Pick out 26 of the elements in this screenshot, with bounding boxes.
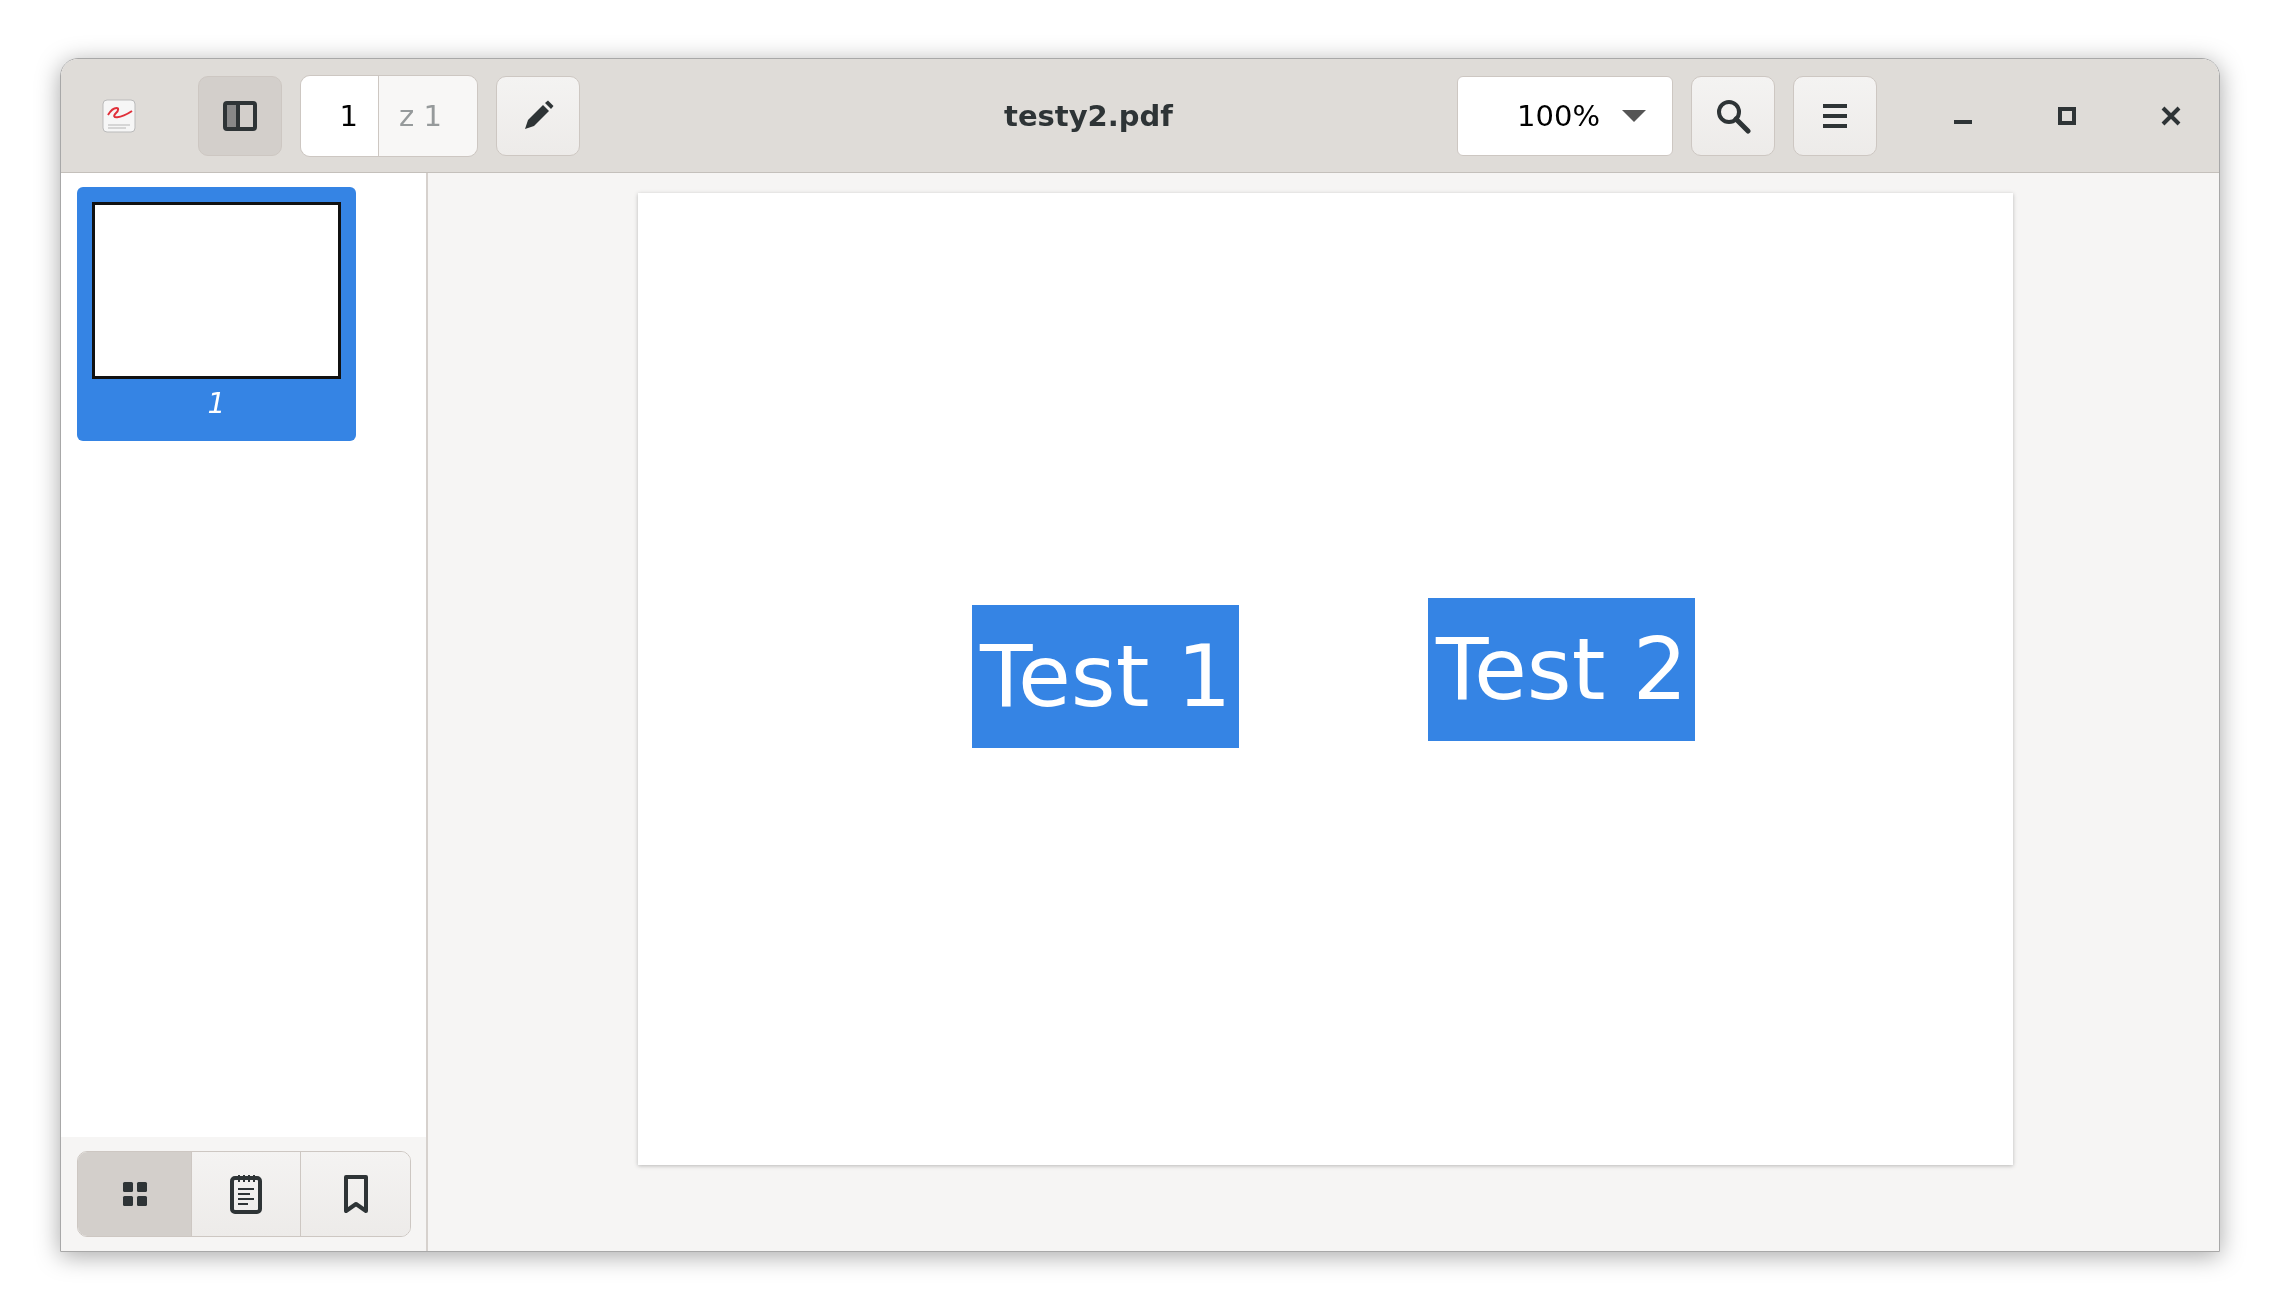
search-button[interactable] (1691, 75, 1775, 156)
thumbnails-tab[interactable] (78, 1152, 192, 1236)
highlighted-text[interactable]: Test 1 (972, 605, 1240, 748)
grid-icon (121, 1181, 148, 1207)
document-list-icon (230, 1174, 262, 1214)
maximize-icon (2056, 104, 2078, 127)
dropdown-caret-icon (1622, 109, 1646, 122)
bookmarks-tab[interactable] (301, 1152, 410, 1236)
sidebar-panel-icon (223, 100, 257, 131)
zoom-dropdown[interactable]: 100% (1457, 75, 1673, 156)
menu-button[interactable] (1793, 75, 1877, 156)
page-thumbnail[interactable]: 1 (77, 187, 356, 441)
page-number-field[interactable]: 1 (301, 75, 379, 156)
annotate-button[interactable] (496, 75, 580, 156)
minimize-icon (1954, 119, 1972, 124)
menu-icon (1821, 102, 1849, 129)
sidebar-toggle-button[interactable] (198, 75, 282, 156)
window-title: testy2.pdf (1004, 98, 1173, 133)
outline-tab[interactable] (192, 1152, 301, 1236)
pencil-icon (522, 99, 554, 132)
app-icon (102, 98, 136, 133)
bookmark-icon (343, 1175, 368, 1213)
page-count: z 1 (379, 75, 477, 156)
search-icon (1715, 97, 1751, 134)
highlighted-text[interactable]: Test 2 (1428, 598, 1696, 741)
close-icon (2160, 104, 2182, 127)
